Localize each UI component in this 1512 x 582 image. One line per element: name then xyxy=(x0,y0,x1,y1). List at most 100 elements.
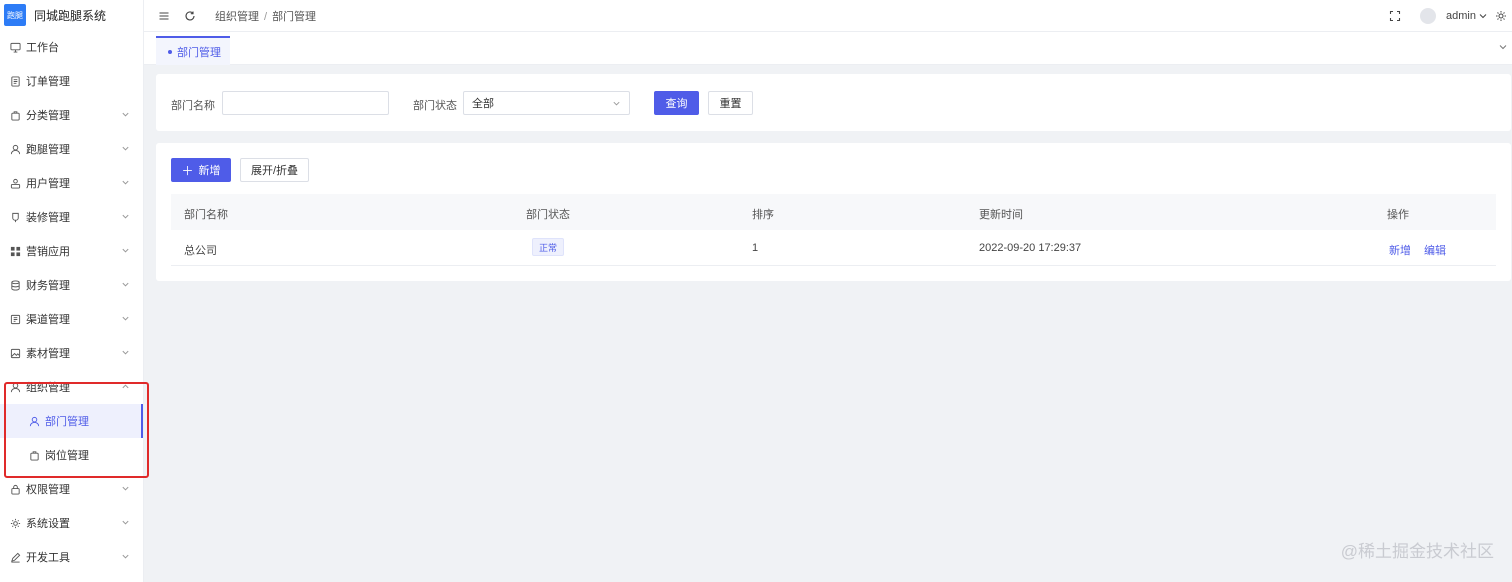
monitor-icon xyxy=(9,41,21,53)
sidebar-item-label: 渠道管理 xyxy=(26,314,70,326)
column-header: 部门状态 xyxy=(526,209,570,221)
sidebar-item-label: 开发工具 xyxy=(26,552,70,564)
column-header: 操作 xyxy=(1387,209,1409,221)
menu-fold-icon[interactable] xyxy=(157,9,171,23)
row-edit-link[interactable]: 编辑 xyxy=(1424,242,1446,258)
chevron-down-icon xyxy=(121,246,131,256)
sidebar-item-orders[interactable]: 订单管理 xyxy=(0,64,143,98)
sidebar-item-label: 组织管理 xyxy=(26,382,70,394)
search-form: 部门名称 部门状态 全部 查询 重置 xyxy=(156,74,1511,131)
tabs-bar: 部门管理 xyxy=(144,32,1512,65)
dept-status-label: 部门状态 xyxy=(413,100,457,112)
sidebar-item-label: 营销应用 xyxy=(26,246,70,258)
sidebar-item-label: 岗位管理 xyxy=(45,450,89,462)
gear-icon[interactable] xyxy=(1494,9,1508,23)
chevron-down-icon xyxy=(121,552,131,562)
bag-icon xyxy=(9,109,21,121)
query-button[interactable]: 查询 xyxy=(654,91,699,115)
brush-icon xyxy=(9,211,21,223)
sidebar-item-label: 财务管理 xyxy=(26,280,70,292)
document-icon xyxy=(9,75,21,87)
chevron-down-icon xyxy=(612,99,621,108)
column-header: 更新时间 xyxy=(979,209,1023,221)
chevron-down-icon xyxy=(121,178,131,188)
watermark: @稀土掘金技术社区 xyxy=(1340,542,1494,561)
dept-name-label: 部门名称 xyxy=(171,100,215,112)
bag-icon xyxy=(28,449,40,461)
column-header: 排序 xyxy=(752,209,774,221)
table-row: 总公司 正常 1 2022-09-20 17:29:37 新增 编辑 xyxy=(171,230,1496,266)
sidebar-item-position[interactable]: 岗位管理 xyxy=(0,438,143,472)
sidebar-item-department[interactable]: 部门管理 xyxy=(0,404,143,438)
row-add-link[interactable]: 新增 xyxy=(1389,242,1411,258)
cell-updated-time: 2022-09-20 17:29:37 xyxy=(979,242,1082,254)
sidebar-item-finance[interactable]: 财务管理 xyxy=(0,268,143,302)
refresh-icon[interactable] xyxy=(183,9,197,23)
sidebar: 跑腿 同城跑腿系统 工作台 订单管理 分类管理 跑腿管理 用户管理 装修管理 营… xyxy=(0,0,144,582)
sidebar-item-category[interactable]: 分类管理 xyxy=(0,98,143,132)
app-logo: 跑腿 xyxy=(4,4,26,26)
user-name[interactable]: admin xyxy=(1446,10,1476,22)
breadcrumb: 组织管理 / 部门管理 xyxy=(215,8,316,24)
sidebar-item-label: 分类管理 xyxy=(26,110,70,122)
sidebar-item-label: 用户管理 xyxy=(26,178,70,190)
dept-name-input[interactable] xyxy=(222,91,389,115)
sidebar-item-label: 装修管理 xyxy=(26,212,70,224)
add-button-label: 新增 xyxy=(198,165,221,177)
logo-row[interactable]: 跑腿 同城跑腿系统 xyxy=(0,0,143,30)
chevron-down-icon xyxy=(121,280,131,290)
cell-sort: 1 xyxy=(752,242,759,254)
sidebar-item-permission[interactable]: 权限管理 xyxy=(0,472,143,506)
chevron-down-icon[interactable] xyxy=(1478,9,1488,23)
breadcrumb-separator: / xyxy=(264,10,268,23)
user-icon xyxy=(9,143,21,155)
chevron-up-icon xyxy=(121,382,131,392)
expand-collapse-button[interactable]: 展开/折叠 xyxy=(240,158,309,182)
sidebar-item-channel[interactable]: 渠道管理 xyxy=(0,302,143,336)
image-icon xyxy=(9,347,21,359)
sidebar-item-label: 系统设置 xyxy=(26,518,70,530)
cell-dept-name: 总公司 xyxy=(184,245,217,257)
table-card: ＋ 新增 展开/折叠 部门名称 部门状态 排序 更新时间 操作 总公司 正常 1 … xyxy=(156,143,1511,281)
column-header: 部门名称 xyxy=(184,209,228,221)
sidebar-item-label: 工作台 xyxy=(26,42,59,54)
sidebar-item-label: 权限管理 xyxy=(26,484,70,496)
tab-department[interactable]: 部门管理 xyxy=(156,36,230,65)
breadcrumb-item[interactable]: 组织管理 xyxy=(215,11,259,23)
lock-icon xyxy=(9,483,21,495)
users-icon xyxy=(9,177,21,189)
chevron-down-icon[interactable] xyxy=(1498,42,1508,52)
user-icon xyxy=(9,381,21,393)
dept-status-value: 全部 xyxy=(472,98,494,110)
reset-button[interactable]: 重置 xyxy=(708,91,753,115)
topbar: 组织管理 / 部门管理 admin xyxy=(144,0,1512,32)
sidebar-item-users[interactable]: 用户管理 xyxy=(0,166,143,200)
sidebar-item-devtools[interactable]: 开发工具 xyxy=(0,540,143,574)
chevron-down-icon xyxy=(121,110,131,120)
sidebar-item-label: 部门管理 xyxy=(45,416,89,428)
chevron-down-icon xyxy=(121,348,131,358)
active-dot-icon xyxy=(168,49,172,54)
topbar-right: admin xyxy=(1388,0,1512,32)
sidebar-item-label: 素材管理 xyxy=(26,348,70,360)
chevron-down-icon xyxy=(121,314,131,324)
pen-icon xyxy=(9,551,21,563)
avatar[interactable] xyxy=(1420,8,1437,24)
sidebar-item-organization[interactable]: 组织管理 xyxy=(0,370,143,404)
dept-status-select[interactable]: 全部 xyxy=(463,91,630,115)
chevron-down-icon xyxy=(121,518,131,528)
tab-label: 部门管理 xyxy=(177,46,221,59)
add-button[interactable]: ＋ 新增 xyxy=(171,158,231,182)
sidebar-item-runner[interactable]: 跑腿管理 xyxy=(0,132,143,166)
sidebar-item-workbench[interactable]: 工作台 xyxy=(0,30,143,64)
sidebar-item-marketing[interactable]: 营销应用 xyxy=(0,234,143,268)
sidebar-item-decoration[interactable]: 装修管理 xyxy=(0,200,143,234)
breadcrumb-item-current: 部门管理 xyxy=(272,10,317,23)
chevron-down-icon xyxy=(121,484,131,494)
sidebar-item-settings[interactable]: 系统设置 xyxy=(0,506,143,540)
fullscreen-icon[interactable] xyxy=(1388,9,1402,23)
plus-icon: ＋ xyxy=(181,163,194,178)
gear-icon xyxy=(9,517,21,529)
sidebar-item-material[interactable]: 素材管理 xyxy=(0,336,143,370)
status-badge: 正常 xyxy=(532,238,565,256)
